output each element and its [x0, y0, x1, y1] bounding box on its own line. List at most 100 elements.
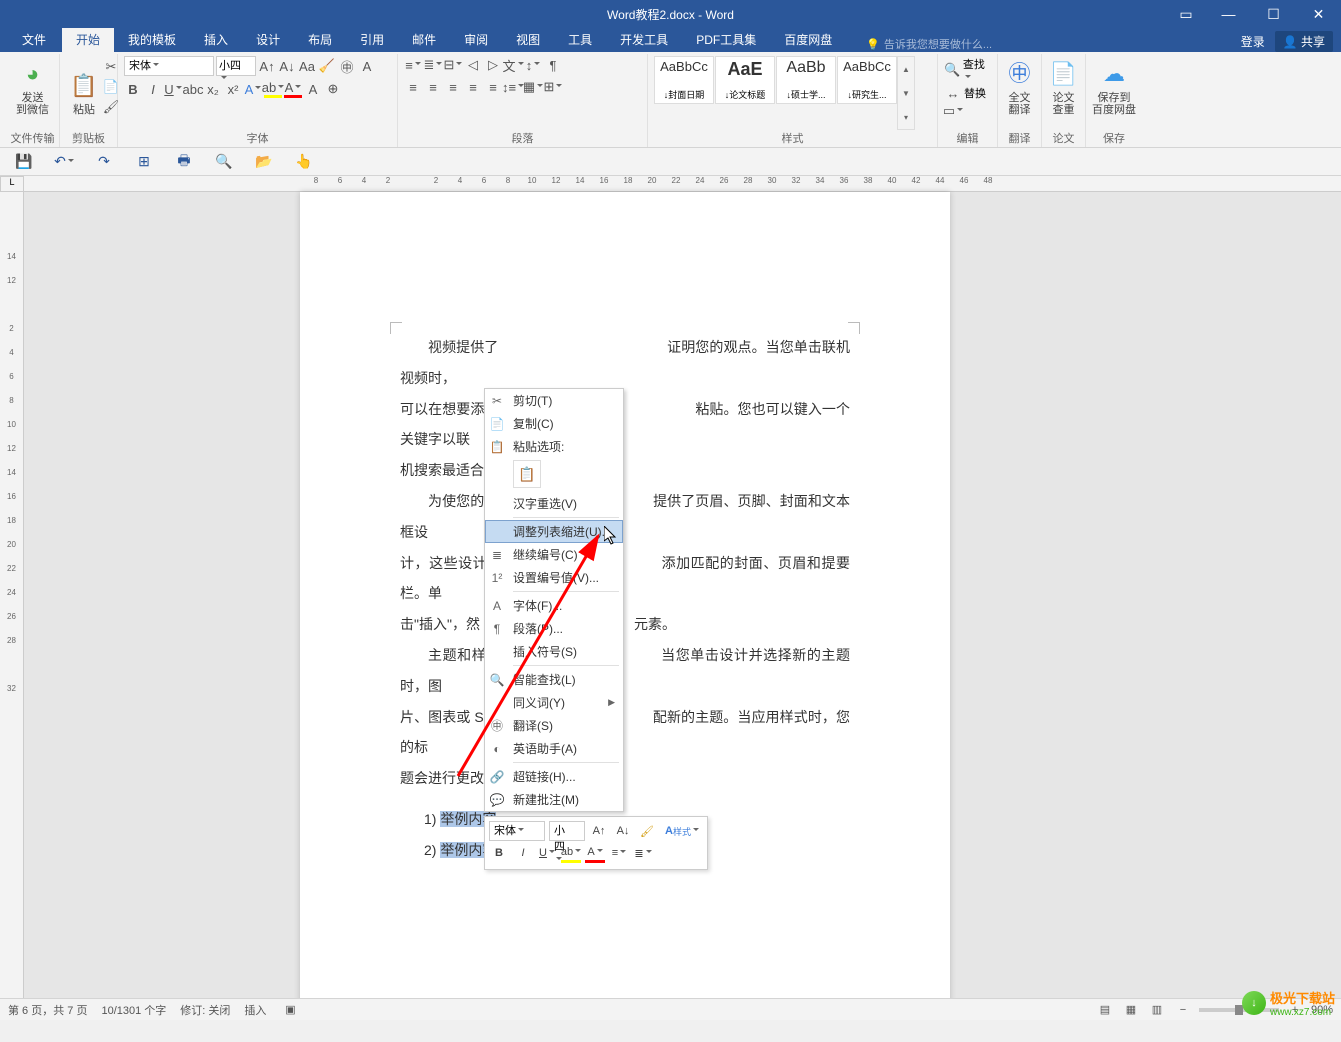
- paste-keep-text-icon[interactable]: 📋: [513, 460, 541, 488]
- read-mode-icon[interactable]: ▤: [1095, 1002, 1115, 1018]
- page-indicator[interactable]: 第 6 页，共 7 页: [8, 1002, 87, 1018]
- ctx-continue-numbering[interactable]: ≣继续编号(C): [485, 543, 623, 566]
- ctx-synonyms[interactable]: 同义词(Y)▶: [485, 691, 623, 714]
- redo-icon[interactable]: ↷: [94, 152, 114, 172]
- highlight-icon[interactable]: ab: [561, 843, 581, 863]
- shrink-font-icon[interactable]: A↓: [613, 821, 633, 841]
- tab-home[interactable]: 开始: [62, 27, 114, 52]
- print-preview-icon[interactable]: 🔍: [214, 152, 234, 172]
- ruler-horizontal[interactable]: 8642246810121416182022242628303234363840…: [24, 176, 1341, 192]
- styles-button[interactable]: A样式: [661, 821, 703, 841]
- highlight-icon[interactable]: ab: [264, 80, 282, 98]
- ctx-hyperlink[interactable]: 🔗超链接(H)...: [485, 765, 623, 788]
- send-wechat-button[interactable]: ◕ 发送 到微信: [12, 56, 53, 118]
- multilevel-icon[interactable]: ⊟: [444, 56, 462, 74]
- ruler-vertical[interactable]: 141224681012141618202224262832: [0, 192, 24, 998]
- macro-record-icon[interactable]: ▣: [280, 1002, 300, 1018]
- tab-review[interactable]: 审阅: [450, 27, 502, 52]
- underline-icon[interactable]: U: [164, 80, 182, 98]
- font-size-combo[interactable]: 小四: [216, 56, 256, 76]
- print-icon[interactable]: 🖶: [174, 152, 194, 172]
- tab-baidu[interactable]: 百度网盘: [770, 27, 846, 52]
- tab-mailings[interactable]: 邮件: [398, 27, 450, 52]
- open-icon[interactable]: 📂: [254, 152, 274, 172]
- share-button[interactable]: 👤 共享: [1275, 31, 1333, 52]
- ctx-copy[interactable]: 📄复制(C): [485, 412, 623, 435]
- save-icon[interactable]: 💾: [14, 152, 34, 172]
- ctx-set-number-value[interactable]: 1²设置编号值(V)...: [485, 566, 623, 589]
- distribute-icon[interactable]: ≡: [484, 78, 502, 96]
- style-item[interactable]: AaBbCc↓封面日期: [654, 56, 714, 104]
- ribbon-options-icon[interactable]: ▭: [1166, 0, 1206, 28]
- table-icon[interactable]: ⊞: [134, 152, 154, 172]
- sort-icon[interactable]: ↕: [524, 56, 542, 74]
- ctx-translate[interactable]: ㊥翻译(S): [485, 714, 623, 737]
- tell-me-input[interactable]: 💡 告诉我您想要做什么...: [866, 36, 992, 52]
- ctx-adjust-list-indent[interactable]: 调整列表缩进(U)...: [485, 520, 623, 543]
- tab-templates[interactable]: 我的模板: [114, 27, 190, 52]
- mini-font-combo[interactable]: 宋体: [489, 821, 545, 841]
- style-item[interactable]: AaBb↓硕士学...: [776, 56, 836, 104]
- select-icon[interactable]: ▭: [944, 102, 962, 120]
- change-case-icon[interactable]: Aa: [298, 57, 316, 75]
- borders-icon[interactable]: ⊞: [544, 78, 562, 96]
- increase-indent-icon[interactable]: ▷: [484, 56, 502, 74]
- login-link[interactable]: 登录: [1241, 33, 1265, 50]
- close-icon[interactable]: ✕: [1296, 0, 1341, 28]
- align-right-icon[interactable]: ≡: [444, 78, 462, 96]
- document-page[interactable]: 视频提供了 证明您的观点。当您单击联机视频时， 可以在想要添加 粘贴。您也可以键…: [300, 192, 950, 998]
- tab-tools[interactable]: 工具: [554, 27, 606, 52]
- char-border-icon[interactable]: A: [358, 57, 376, 75]
- font-color-icon[interactable]: A: [585, 843, 605, 863]
- maximize-icon[interactable]: ☐: [1251, 0, 1296, 28]
- tab-file[interactable]: 文件: [8, 27, 60, 52]
- line-spacing-icon[interactable]: ↕≡: [504, 78, 522, 96]
- italic-icon[interactable]: I: [513, 843, 533, 863]
- ctx-paragraph[interactable]: ¶段落(P)...: [485, 617, 623, 640]
- clear-format-icon[interactable]: 🧹: [318, 57, 336, 75]
- align-center-icon[interactable]: ≡: [424, 78, 442, 96]
- numbering-icon[interactable]: ≣: [424, 56, 442, 74]
- font-name-combo[interactable]: 宋体: [124, 56, 214, 76]
- format-painter-icon[interactable]: 🖌: [637, 821, 657, 841]
- grow-font-icon[interactable]: A↑: [589, 821, 609, 841]
- font-color-icon[interactable]: A: [284, 80, 302, 98]
- print-layout-icon[interactable]: ▦: [1121, 1002, 1141, 1018]
- tab-insert[interactable]: 插入: [190, 27, 242, 52]
- web-layout-icon[interactable]: ▥: [1147, 1002, 1167, 1018]
- show-marks-icon[interactable]: ¶: [544, 56, 562, 74]
- italic-icon[interactable]: I: [144, 80, 162, 98]
- shrink-font-icon[interactable]: A↓: [278, 57, 296, 75]
- insert-mode[interactable]: 插入: [244, 1002, 266, 1018]
- ctx-font[interactable]: A字体(F)...: [485, 594, 623, 617]
- track-changes-status[interactable]: 修订: 关闭: [180, 1002, 230, 1018]
- paper-check-button[interactable]: 📄论文 查重: [1048, 56, 1079, 118]
- text-effects-icon[interactable]: A: [244, 80, 262, 98]
- subscript-icon[interactable]: x₂: [204, 80, 222, 98]
- strike-icon[interactable]: abc: [184, 80, 202, 98]
- touch-mode-icon[interactable]: 👆: [294, 152, 314, 172]
- zoom-out-icon[interactable]: −: [1173, 1002, 1193, 1018]
- char-shading-icon[interactable]: A: [304, 80, 322, 98]
- tab-view[interactable]: 视图: [502, 27, 554, 52]
- grow-font-icon[interactable]: A↑: [258, 57, 276, 75]
- numbering-icon[interactable]: ≣: [633, 843, 653, 863]
- underline-icon[interactable]: U: [537, 843, 557, 863]
- ctx-cut[interactable]: ✂剪切(T): [485, 389, 623, 412]
- mini-size-combo[interactable]: 小四: [549, 821, 585, 841]
- phonetic-guide-icon[interactable]: ㊥: [338, 57, 356, 75]
- tab-developer[interactable]: 开发工具: [606, 27, 682, 52]
- tab-pdf[interactable]: PDF工具集: [682, 27, 770, 52]
- bullets-icon[interactable]: ≡: [404, 56, 422, 74]
- translate-button[interactable]: ㊥全文 翻译: [1004, 56, 1035, 118]
- bold-icon[interactable]: B: [124, 80, 142, 98]
- superscript-icon[interactable]: x²: [224, 80, 242, 98]
- bullets-icon[interactable]: ≡: [609, 843, 629, 863]
- undo-icon[interactable]: ↶: [54, 152, 74, 172]
- paste-button[interactable]: 📋 粘贴: [66, 56, 102, 130]
- style-item[interactable]: AaE↓论文标题: [715, 56, 775, 104]
- bold-icon[interactable]: B: [489, 843, 509, 863]
- ctx-hanzi-reselect[interactable]: 汉字重选(V): [485, 492, 623, 515]
- enclose-char-icon[interactable]: ⊕: [324, 80, 342, 98]
- tab-design[interactable]: 设计: [242, 27, 294, 52]
